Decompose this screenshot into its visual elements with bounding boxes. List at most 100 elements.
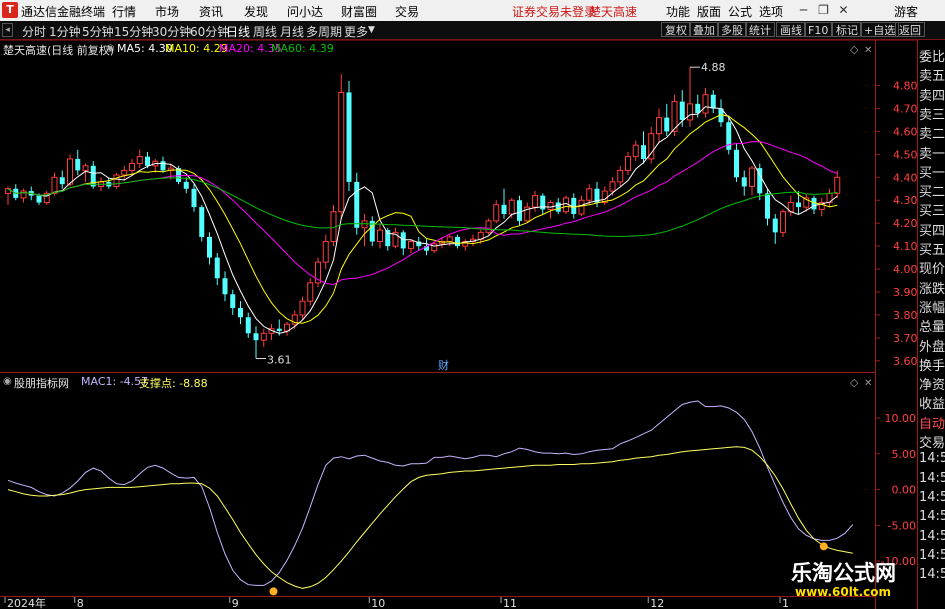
high-price-label: 4.88	[701, 61, 726, 74]
indicator-header: ◉ 股朋指标网 MAC1: -4.57 支撑点: -8.88	[0, 374, 875, 391]
side-panel-label: 收益	[919, 397, 945, 413]
side-panel-label: 卖五	[919, 69, 945, 85]
candle-body-up	[113, 174, 120, 187]
side-panel-label: 买四	[919, 223, 945, 239]
candle-body-up	[632, 144, 639, 158]
candle-body-up	[67, 158, 73, 185]
price-tick-label: 4.60	[893, 125, 918, 138]
price-tick-label: 3.90	[893, 286, 918, 299]
indicator-tick-label: 10.00	[885, 412, 917, 425]
indicator-lines	[7, 400, 854, 589]
side-panel-label: 买三	[919, 204, 945, 220]
candle-body-up	[563, 197, 569, 213]
indicator-name[interactable]: 股朋指标网	[14, 375, 69, 391]
candle-body-down	[765, 193, 770, 219]
candle-body-up	[260, 332, 267, 341]
mac1-line	[7, 400, 854, 586]
chart-header: 楚天高速(日线 前复权) ◉ MA5: 4.30 MA10: 4.29 MA20…	[0, 41, 875, 57]
price-tick-label: 4.70	[893, 102, 918, 115]
price-axis: 4.80 4.70 4.60 4.50 4.40 4.30 4.20 4.10 4.00 3.90…	[876, 80, 918, 368]
candle-body-down	[214, 257, 220, 279]
side-panel-label: 涨幅	[919, 300, 945, 316]
side-panel-label: 14:56	[919, 528, 945, 544]
watermark-url: www.60lt.com	[795, 585, 892, 599]
price-tick-label: 4.00	[893, 263, 918, 276]
side-panel-label: 总量	[919, 320, 945, 336]
candle-body-up	[338, 91, 345, 213]
side-panel-label: 涨跌	[919, 281, 945, 297]
candle-body-up	[586, 188, 593, 201]
candle-body-up	[377, 229, 383, 243]
candle-body-down	[90, 165, 96, 187]
price-tick-label: 4.50	[893, 148, 918, 161]
candle-body-down	[400, 232, 406, 249]
candle-body-down	[199, 207, 205, 237]
candle-body-up	[299, 300, 306, 316]
candle-body-up	[20, 190, 27, 199]
candle-body-down	[664, 117, 670, 132]
ma-lines	[7, 106, 838, 334]
side-panel-label: 卖四	[919, 88, 945, 104]
candle-body-down	[741, 177, 747, 187]
side-panel-label: 现价	[919, 262, 945, 278]
indicator-tick-label: 0.00	[892, 484, 917, 497]
kline-chart[interactable]: 4.80 4.70 4.60 4.50 4.40 4.30 4.20 4.10 4.00 3.90…	[0, 0, 945, 609]
indicator-axis: 10.005.000.00-5.00-10.00	[876, 412, 916, 568]
candle-body-up	[136, 156, 143, 165]
candle-body-down	[517, 200, 522, 221]
buy-hand-icon	[819, 542, 828, 551]
date-tick-label: 11	[503, 597, 517, 609]
candle-body-down	[183, 181, 189, 189]
price-tick-label: 4.20	[893, 217, 918, 230]
indicator-tick-label: -5.00	[888, 519, 916, 532]
date-tick-label: 2024年	[7, 596, 46, 609]
chart-title: 楚天高速(日线 前复权)	[3, 44, 115, 57]
side-panel-label: 委比	[919, 50, 945, 65]
candle-body-down	[160, 161, 166, 171]
candle-body-down	[811, 197, 817, 210]
chart-tool-icons[interactable]: ◇ ✕ ◇ ✕	[850, 43, 872, 389]
candle-body-up	[129, 163, 135, 171]
candle-body-down	[772, 218, 778, 233]
date-tick-label: 9	[232, 597, 239, 609]
candle-body-up	[446, 236, 453, 243]
side-panel-label: 换手	[919, 358, 945, 374]
side-panel-label: 买一	[919, 165, 945, 181]
candle-body-down	[276, 328, 282, 331]
ma-settings-icon[interactable]: ◉	[106, 43, 115, 54]
candle-body-up	[51, 176, 58, 194]
candle-body-down	[501, 204, 507, 214]
candle-body-up	[82, 165, 89, 171]
candle-body-down	[59, 177, 65, 185]
candle-body-down	[796, 202, 801, 208]
side-panel-label: 卖二	[919, 127, 945, 143]
price-tick-label: 3.70	[893, 332, 918, 345]
price-tick-label: 4.30	[893, 194, 918, 207]
candle-body-down	[238, 308, 243, 318]
price-tick-label: 3.80	[893, 309, 918, 322]
indicator-tick-label: 5.00	[892, 448, 917, 461]
date-tick-label: 10	[371, 597, 385, 609]
candle-body-up	[532, 195, 538, 208]
side-panel-label: 买五	[919, 243, 945, 258]
candle-body-up	[307, 282, 314, 302]
buy-hand-icon	[269, 587, 278, 596]
date-tick-label: 12	[650, 597, 664, 609]
candle-body-down	[354, 181, 360, 228]
candle-body-down	[679, 101, 685, 120]
candle-body-up	[322, 241, 329, 263]
side-panel-label: 卖三	[919, 107, 945, 123]
date-tick-label: 1	[782, 597, 789, 609]
candle-body-up	[547, 202, 554, 210]
support-label: 支撑点: -8.88	[139, 377, 208, 390]
candle-body-down	[36, 195, 42, 203]
ma5-line	[7, 106, 838, 334]
indicator-settings-dot-icon[interactable]: ◉	[3, 376, 12, 387]
watermark-title: 乐淘公式网	[791, 561, 896, 585]
candle-body-up	[625, 156, 631, 171]
price-tick-label: 4.10	[893, 240, 918, 253]
candle-body-up	[834, 176, 841, 194]
support-line	[7, 446, 853, 589]
candle-body-down	[191, 188, 197, 208]
candle-body-up	[431, 243, 438, 252]
